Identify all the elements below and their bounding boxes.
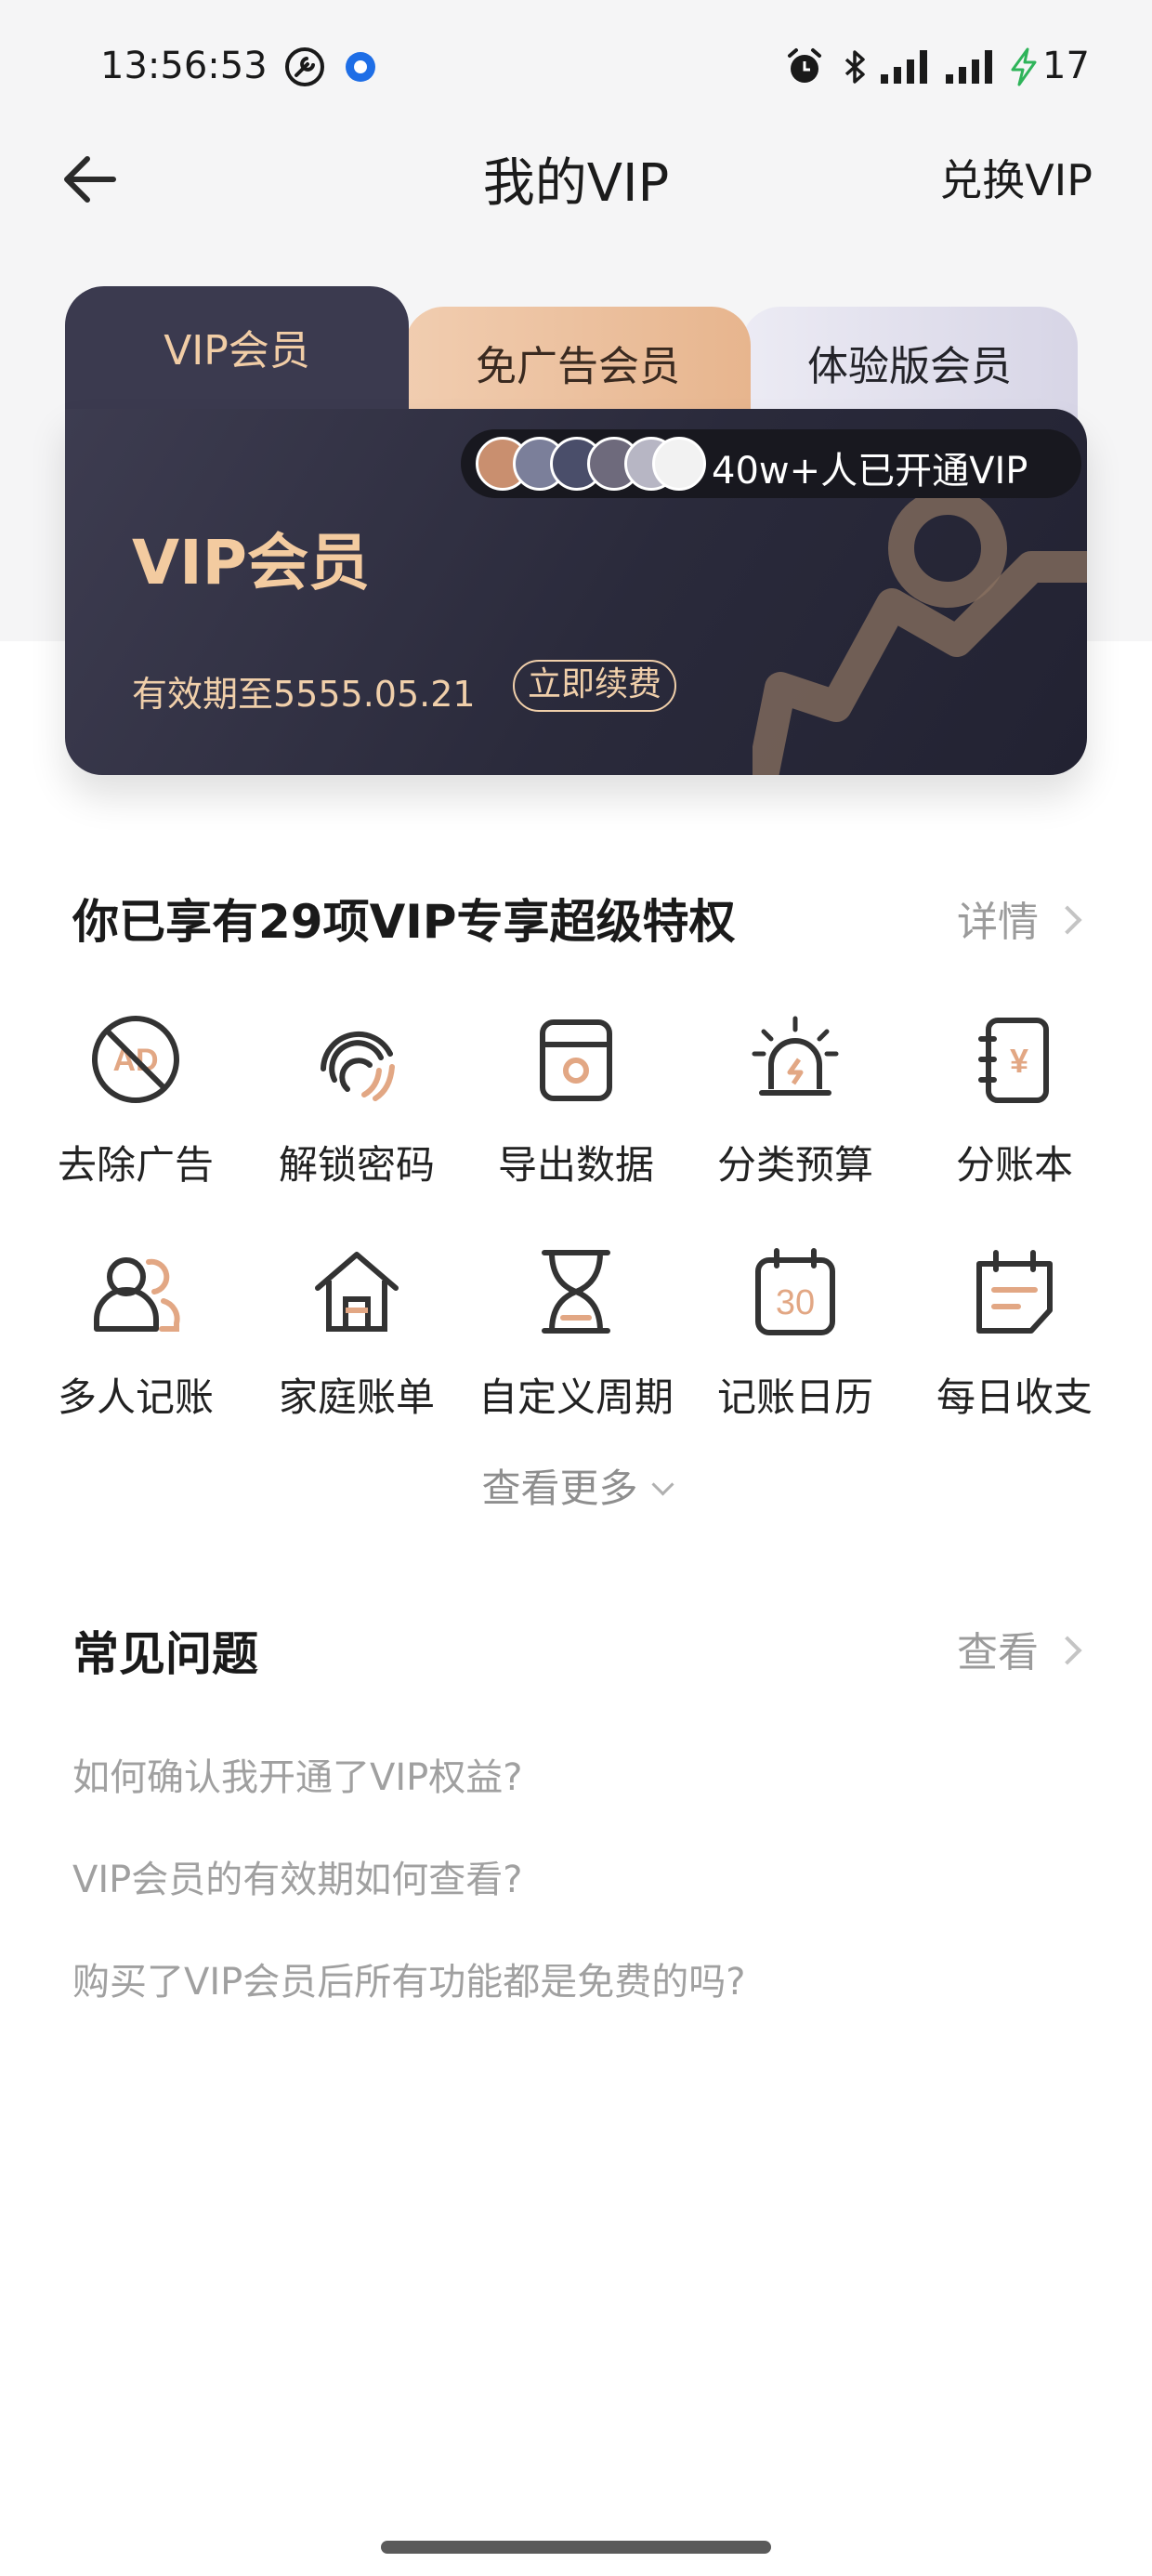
privilege-category-budget[interactable]: 分类预算	[680, 1013, 910, 1199]
privileges-title: 你已享有29项VIP专享超级特权	[72, 895, 736, 949]
faq-view-label: 查看	[957, 1629, 1039, 1676]
privilege-sub-ledger[interactable]: ¥ 分账本	[899, 1013, 1130, 1199]
privilege-label: 去除广告	[57, 1142, 214, 1188]
privilege-label: 分类预算	[716, 1142, 873, 1188]
battery-level: 17	[1042, 45, 1090, 87]
alarm-icon	[788, 48, 821, 83]
charging-icon	[1011, 47, 1037, 86]
expire-date: 有效期至5555.05.21	[132, 674, 476, 715]
house-icon	[315, 1252, 399, 1332]
card-title: VIP会员	[132, 527, 371, 598]
users-icon	[94, 1257, 180, 1332]
privilege-label: 自定义周期	[478, 1374, 674, 1420]
signal-icon	[881, 50, 927, 84]
ledger-book-icon: ¥	[978, 1018, 1049, 1103]
no-ad-icon: AD	[92, 1016, 179, 1103]
faq-item[interactable]: 如何确认我开通了VIP权益?	[72, 1747, 523, 1801]
privilege-label: 分账本	[955, 1142, 1073, 1188]
privilege-label: 解锁密码	[278, 1142, 435, 1188]
daily-note-icon	[976, 1250, 1053, 1334]
tab-trial-member[interactable]: 体验版会员	[741, 307, 1078, 418]
view-more-button[interactable]: 查看更多	[0, 1457, 1152, 1514]
alarm-light-icon	[752, 1016, 839, 1096]
members-count-text: 40w+人已开通VIP	[712, 450, 1028, 493]
privilege-unlock-password[interactable]: 解锁密码	[242, 1013, 472, 1199]
privilege-family-bill[interactable]: 家庭账单	[242, 1245, 472, 1431]
faq-view-link[interactable]: 查看	[957, 1619, 1082, 1678]
faq-title: 常见问题	[72, 1627, 258, 1681]
svg-text:¥: ¥	[1010, 1042, 1028, 1080]
avatar	[652, 437, 706, 491]
privileges-detail-link[interactable]: 详情	[957, 888, 1082, 948]
app-notification-icon	[346, 52, 375, 82]
privilege-bookkeeping-calendar[interactable]: 30 记账日历	[680, 1245, 910, 1431]
chevron-down-icon	[650, 1473, 674, 1496]
faq-item[interactable]: 购买了VIP会员后所有功能都是免费的吗?	[72, 1952, 746, 2005]
privilege-export-data[interactable]: 导出数据	[461, 1013, 691, 1199]
renew-button[interactable]: 立即续费	[513, 660, 677, 712]
privilege-label: 导出数据	[497, 1142, 654, 1188]
nav-bar: 我的VIP 兑换VIP	[0, 130, 1152, 232]
privilege-label: 多人记账	[57, 1374, 214, 1420]
home-indicator[interactable]	[381, 2541, 771, 2554]
faq-item[interactable]: VIP会员的有效期如何查看?	[72, 1849, 523, 1903]
calendar-30-icon: 30	[755, 1248, 835, 1335]
privilege-multi-user[interactable]: 多人记账	[20, 1245, 251, 1431]
vip-card: 40w+人已开通VIP VIP会员 有效期至5555.05.21 立即续费	[65, 409, 1087, 775]
privilege-label: 家庭账单	[278, 1374, 435, 1420]
members-count-badge: 40w+人已开通VIP	[461, 429, 1081, 498]
detail-label: 详情	[957, 899, 1039, 946]
tab-ad-free-member[interactable]: 免广告会员	[405, 307, 751, 418]
privilege-remove-ads[interactable]: AD 去除广告	[20, 1013, 251, 1199]
card-decoration	[753, 489, 1087, 775]
status-time: 13:56:53	[100, 45, 268, 87]
privilege-custom-period[interactable]: 自定义周期	[461, 1245, 691, 1431]
fingerprint-icon	[321, 1031, 395, 1101]
privilege-label: 记账日历	[716, 1374, 873, 1420]
status-bar: 13:56:53 17	[0, 0, 1152, 139]
redeem-vip-button[interactable]: 兑换VIP	[939, 147, 1093, 208]
view-more-label: 查看更多	[481, 1465, 638, 1511]
chevron-right-icon	[1053, 1636, 1082, 1665]
wrench-icon	[285, 47, 324, 86]
bluetooth-icon	[844, 50, 865, 84]
signal-icon-2	[946, 50, 992, 84]
export-icon	[540, 1019, 612, 1101]
hourglass-icon	[542, 1250, 610, 1334]
chevron-right-icon	[1053, 905, 1082, 935]
member-avatars	[476, 437, 706, 491]
tab-vip-member[interactable]: VIP会员	[65, 286, 409, 426]
svg-text:30: 30	[776, 1283, 815, 1322]
privilege-label: 每日收支	[936, 1374, 1093, 1420]
privilege-daily-income-expense[interactable]: 每日收支	[899, 1245, 1130, 1431]
